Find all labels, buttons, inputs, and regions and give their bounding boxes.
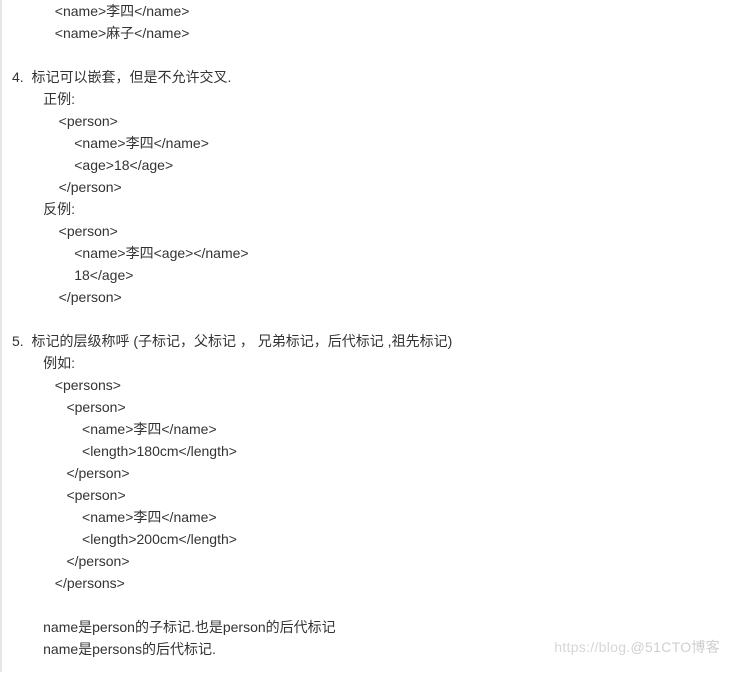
code-line: name是persons的后代标记.: [12, 638, 728, 660]
code-line: [12, 44, 728, 66]
code-line: <age>18</age>: [12, 154, 728, 176]
code-line: </person>: [12, 286, 728, 308]
code-line: <person>: [12, 220, 728, 242]
code-line: 5. 标记的层级称呼 (子标记，父标记 ， 兄弟标记，后代标记 ,祖先标记): [12, 330, 728, 352]
code-line: name是person的子标记.也是person的后代标记: [12, 616, 728, 638]
code-line: </person>: [12, 462, 728, 484]
code-line: </person>: [12, 550, 728, 572]
code-line: <persons>: [12, 374, 728, 396]
code-line: 4. 标记可以嵌套，但是不允许交叉.: [12, 66, 728, 88]
code-line: [12, 308, 728, 330]
code-line: 反例:: [12, 198, 728, 220]
code-line: 正例:: [12, 88, 728, 110]
code-line: <person>: [12, 110, 728, 132]
code-line: 18</age>: [12, 264, 728, 286]
code-line: <person>: [12, 484, 728, 506]
code-line: <name>李四<age></name>: [12, 242, 728, 264]
code-line: [12, 594, 728, 616]
code-line: <length>200cm</length>: [12, 528, 728, 550]
code-line: <length>180cm</length>: [12, 440, 728, 462]
code-line: <person>: [12, 396, 728, 418]
code-line: <name>李四</name>: [12, 418, 728, 440]
code-line: <name>李四</name>: [12, 132, 728, 154]
code-line: 例如:: [12, 352, 728, 374]
code-line: </person>: [12, 176, 728, 198]
code-line: <name>李四</name>: [12, 506, 728, 528]
code-line: <name>麻子</name>: [12, 22, 728, 44]
code-line: </persons>: [12, 572, 728, 594]
code-text-block: <name>李四</name> <name>麻子</name> 4. 标记可以嵌…: [0, 0, 738, 672]
code-line: <name>李四</name>: [12, 0, 728, 22]
